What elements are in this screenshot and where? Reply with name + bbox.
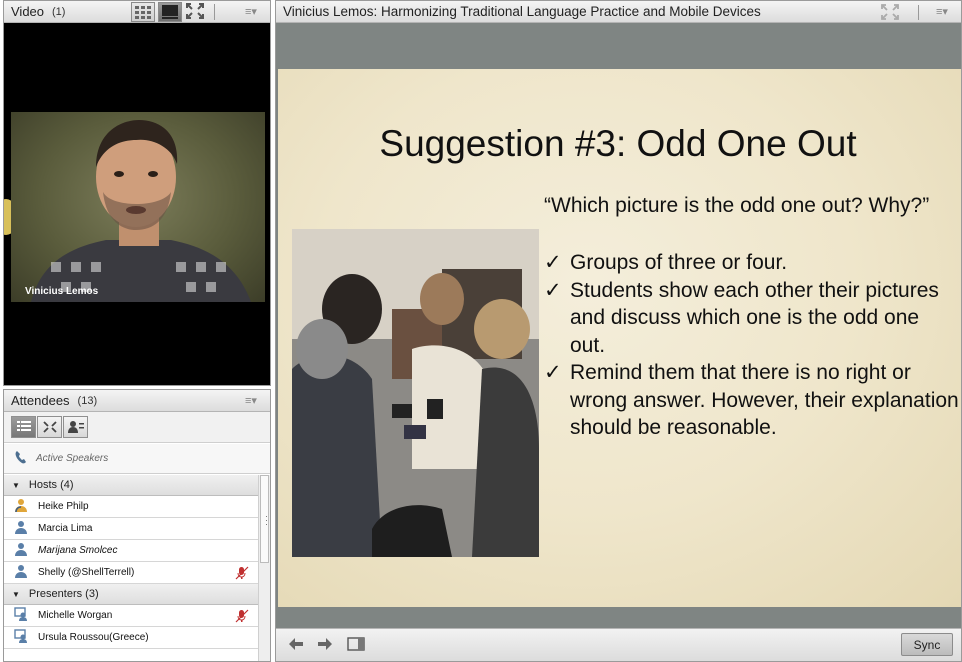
presenter-user-icon — [14, 607, 28, 624]
share-pod-title: Vinicius Lemos: Harmonizing Traditional … — [283, 4, 761, 19]
attendees-pod-menu-icon[interactable]: ≡▾ — [242, 394, 260, 408]
scrollbar-thumb[interactable]: · · · — [260, 475, 269, 563]
webcam-feed: Vinicius Lemos — [11, 112, 265, 302]
slide-quote: “Which picture is the odd one out? Why?” — [544, 194, 930, 217]
collapse-triangle-icon: ▼ — [12, 589, 20, 599]
filmstrip-view-icon[interactable] — [158, 2, 182, 22]
active-speakers-label: Active Speakers — [36, 453, 109, 464]
video-pod-header: Video (1) ≡▾ — [4, 1, 270, 23]
checkmark-icon: ✓ — [544, 278, 562, 302]
slide-bullet: ✓ Remind them that there is no right or … — [544, 359, 959, 442]
sidebar-toggle-icon[interactable] — [347, 637, 365, 656]
video-area: Vinicius Lemos — [4, 23, 270, 385]
list-item[interactable]: Marcia Lima — [4, 518, 258, 540]
presenter-name-label: Vinicius Lemos — [25, 286, 99, 297]
attendees-count: (13) — [77, 394, 98, 407]
bullet-text: Remind them that there is no right or wr… — [570, 361, 959, 439]
attendees-pod: Attendees (13) ≡▾ Active Speakers ▼ Host… — [3, 389, 271, 662]
fullscreen-video-icon[interactable] — [185, 2, 207, 22]
attendees-pod-header: Attendees (13) ≡▾ — [4, 390, 270, 412]
slide-photo — [292, 229, 539, 557]
presenter-user-icon — [14, 629, 28, 646]
group-hosts[interactable]: ▼ Hosts (4) — [4, 475, 258, 496]
phone-icon — [14, 450, 28, 467]
video-layout-controls — [131, 1, 215, 23]
checkmark-icon: ✓ — [544, 361, 562, 384]
sync-button[interactable]: Sync — [901, 633, 953, 656]
video-pod-title: Video — [11, 4, 45, 19]
host-user-icon — [14, 498, 28, 515]
list-item[interactable]: Ursula Roussou(Greece) — [4, 627, 258, 649]
header-separator — [918, 5, 919, 20]
person-silhouette — [31, 120, 251, 302]
attendee-name: Marcia Lima — [38, 523, 93, 534]
active-speakers-row: Active Speakers — [4, 444, 270, 474]
list-view-icon[interactable] — [11, 416, 36, 438]
share-content-area: Suggestion #3: Odd One Out “Which pictur… — [276, 23, 961, 630]
presentation-slide: Suggestion #3: Odd One Out “Which pictur… — [278, 69, 961, 607]
share-pod-menu-icon[interactable]: ≡▾ — [933, 5, 951, 19]
attendee-name: Marijana Smolcec — [38, 545, 118, 556]
host-user-icon — [14, 520, 28, 537]
collapse-triangle-icon: ▼ — [12, 480, 20, 490]
bullet-text: Students show each other their pictures … — [570, 278, 939, 357]
group-label: Presenters (3) — [28, 588, 99, 600]
list-item[interactable]: Heike Philp — [4, 496, 258, 518]
attendee-name: Michelle Worgan — [38, 610, 113, 621]
status-view-icon[interactable] — [63, 416, 88, 438]
host-user-icon — [14, 542, 28, 559]
attendee-list-scrollbar[interactable]: · · · — [258, 475, 270, 661]
header-separator — [214, 4, 215, 20]
microphone-icon — [235, 609, 249, 626]
share-pod: Vinicius Lemos: Harmonizing Traditional … — [275, 0, 962, 662]
bullet-text: Groups of three or four. — [570, 251, 788, 274]
video-pod: Video (1) ≡▾ Vinicius Lemos — [3, 0, 271, 386]
microphone-icon — [235, 566, 249, 583]
share-pod-footer: Sync — [276, 628, 961, 661]
next-slide-icon[interactable] — [317, 637, 333, 656]
list-item[interactable]: Marijana Smolcec — [4, 540, 258, 562]
previous-slide-icon[interactable] — [288, 637, 304, 656]
slide-bullet: ✓ Students show each other their picture… — [544, 277, 959, 360]
host-user-icon — [14, 564, 28, 581]
list-item[interactable]: Shelly (@ShellTerrell) — [4, 562, 258, 584]
group-presenters[interactable]: ▼ Presenters (3) — [4, 584, 258, 605]
fullscreen-icon[interactable] — [881, 4, 899, 23]
group-label: Hosts (4) — [28, 479, 74, 491]
attendee-name: Ursula Roussou(Greece) — [38, 632, 149, 643]
attendees-toolbar — [4, 412, 270, 443]
slide-title: Suggestion #3: Odd One Out — [379, 123, 857, 164]
attendee-name: Heike Philp — [38, 501, 89, 512]
list-item[interactable]: Michelle Worgan — [4, 605, 258, 627]
slide-bullet-list: ✓ Groups of three or four. ✓ Students sh… — [544, 249, 959, 442]
scroll-grip-icon: · · · — [265, 511, 268, 529]
breakout-view-icon[interactable] — [37, 416, 62, 438]
slide-bullet: ✓ Groups of three or four. — [544, 249, 959, 277]
checkmark-icon: ✓ — [544, 251, 562, 274]
grid-view-icon[interactable] — [131, 2, 155, 22]
share-pod-header: Vinicius Lemos: Harmonizing Traditional … — [276, 1, 961, 23]
attendee-list: ▼ Hosts (4) Heike Philp Marcia Lima Mari… — [4, 475, 258, 661]
video-pod-count: (1) — [52, 5, 66, 18]
video-pod-menu-icon[interactable]: ≡▾ — [242, 5, 260, 19]
attendees-pod-title: Attendees — [11, 393, 70, 408]
attendee-name: Shelly (@ShellTerrell) — [38, 567, 135, 578]
